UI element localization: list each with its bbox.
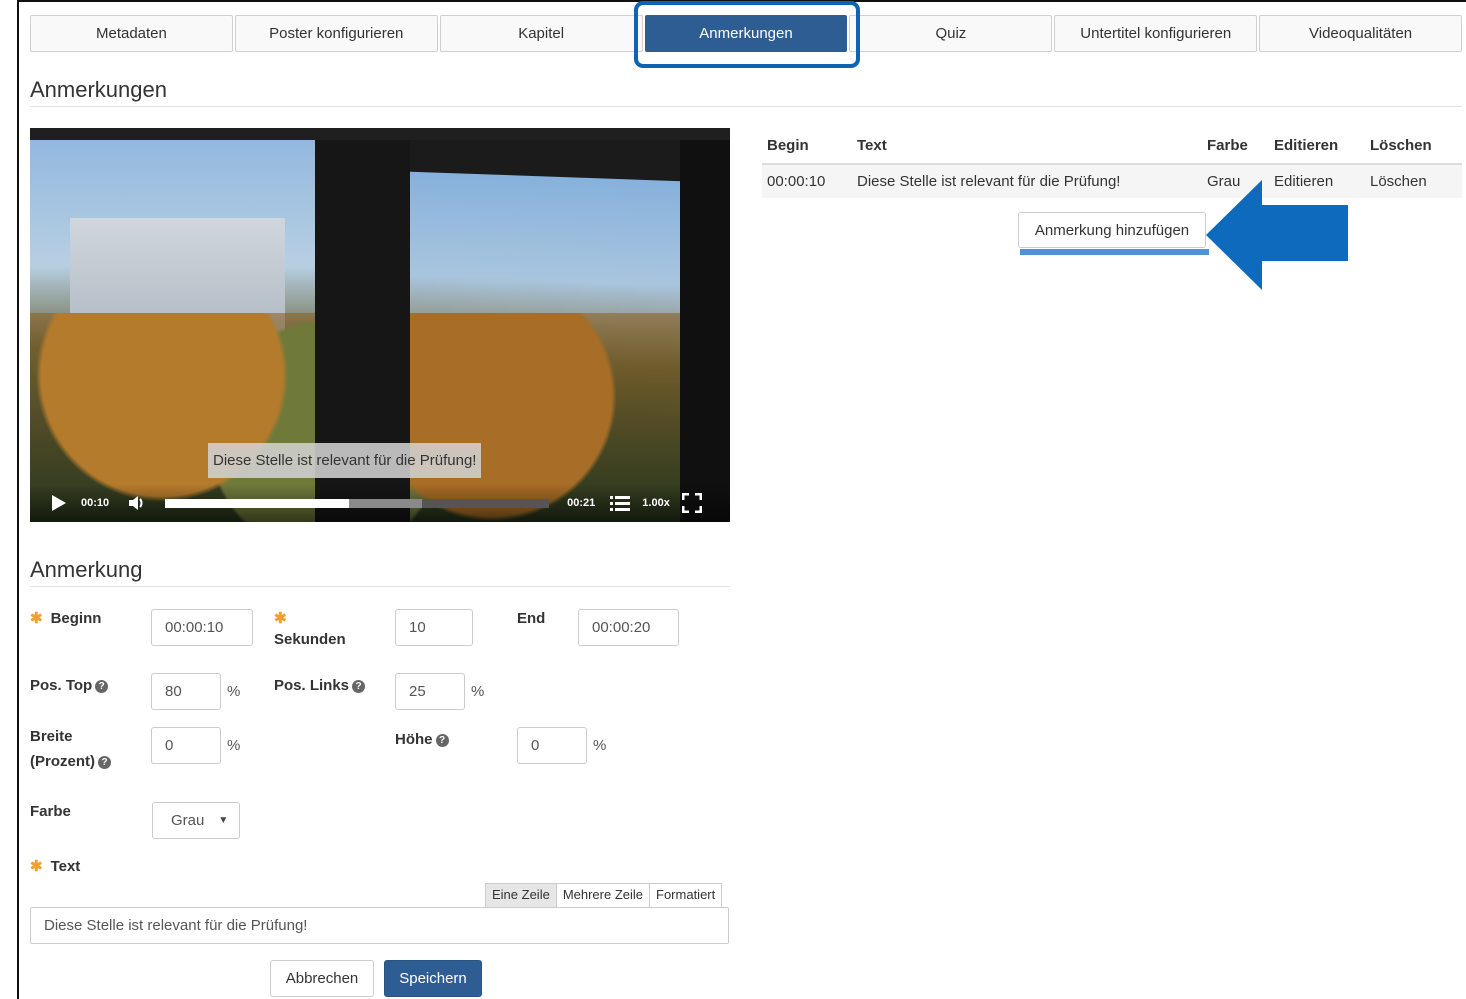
chevron-down-icon: ▼ bbox=[218, 815, 229, 826]
tab-kapitel[interactable]: Kapitel bbox=[439, 15, 643, 52]
color-label: Farbe bbox=[30, 803, 71, 820]
video-annotation-overlay: Diese Stelle ist relevant für die Prüfun… bbox=[208, 443, 482, 478]
annotations-table: Begin Text Farbe Editieren Löschen 00:00… bbox=[762, 133, 1462, 198]
tab-quiz[interactable]: Quiz bbox=[849, 15, 1053, 52]
color-select-value: Grau bbox=[171, 812, 205, 829]
percent-unit: % bbox=[227, 683, 241, 700]
tab-poster[interactable]: Poster konfigurieren bbox=[234, 15, 438, 52]
tab-bar: Metadaten Poster konfigurieren Kapitel A… bbox=[30, 15, 1463, 52]
percent-unit: % bbox=[227, 737, 241, 754]
duration: 00:21 bbox=[567, 497, 596, 509]
add-annotation-button[interactable]: Anmerkung hinzufügen bbox=[1018, 212, 1206, 248]
current-time: 00:10 bbox=[81, 497, 110, 509]
text-label-text: Text bbox=[50, 858, 81, 875]
row-begin-link[interactable]: 00:00:10 bbox=[762, 164, 852, 198]
list-icon[interactable] bbox=[610, 495, 631, 511]
height-input[interactable]: 0 bbox=[517, 727, 587, 764]
volume-icon[interactable] bbox=[127, 494, 147, 512]
video-player[interactable]: Diese Stelle ist relevant für die Prüfun… bbox=[30, 128, 730, 522]
col-edit: Editieren bbox=[1269, 133, 1365, 165]
tab-metadaten[interactable]: Metadaten bbox=[30, 15, 233, 52]
progress-played bbox=[165, 498, 350, 508]
section-title: Anmerkungen bbox=[30, 77, 167, 102]
col-begin: Begin bbox=[762, 133, 852, 165]
height-label: Höhe? bbox=[395, 728, 449, 752]
begin-input[interactable]: 00:00:10 bbox=[151, 609, 253, 646]
seconds-input[interactable]: 10 bbox=[395, 609, 473, 646]
video-frame-top bbox=[30, 128, 730, 140]
color-select[interactable]: Grau ▼ bbox=[152, 802, 240, 839]
pos-top-label: Pos. Top? bbox=[30, 674, 109, 698]
cancel-button[interactable]: Abbrechen bbox=[270, 960, 374, 997]
height-label-text: Höhe bbox=[395, 731, 433, 748]
help-icon[interactable]: ? bbox=[98, 756, 111, 769]
form-title: Anmerkung bbox=[30, 557, 143, 582]
help-icon[interactable]: ? bbox=[95, 680, 109, 693]
help-icon[interactable]: ? bbox=[435, 734, 449, 747]
save-button[interactable]: Speichern bbox=[384, 960, 482, 997]
percent-unit: % bbox=[471, 683, 485, 700]
pos-left-label-text: Pos. Links bbox=[274, 677, 350, 694]
tab-anmerkungen[interactable]: Anmerkungen bbox=[644, 15, 848, 52]
width-label: Breite bbox=[30, 728, 73, 745]
text-input[interactable]: Diese Stelle ist relevant für die Prüfun… bbox=[30, 907, 729, 944]
help-icon[interactable]: ? bbox=[352, 680, 366, 693]
begin-label-text: Beginn bbox=[50, 610, 102, 627]
pos-top-input[interactable]: 80 bbox=[151, 673, 221, 710]
text-mode-formatted[interactable]: Formatiert bbox=[649, 883, 723, 908]
required-star-icon: ✱ bbox=[30, 610, 43, 627]
row-delete-link[interactable]: Löschen bbox=[1365, 164, 1462, 198]
seconds-label-text: Sekunden bbox=[274, 631, 346, 648]
col-delete: Löschen bbox=[1365, 133, 1462, 165]
width-label-2-text: (Prozent) bbox=[30, 753, 95, 770]
pos-left-input[interactable]: 25 bbox=[395, 673, 465, 710]
text-label: ✱ Text bbox=[30, 855, 80, 879]
progress-bar[interactable] bbox=[165, 498, 550, 508]
tab-untertitel[interactable]: Untertitel konfigurieren bbox=[1054, 15, 1258, 52]
text-mode-multi[interactable]: Mehrere Zeile bbox=[555, 883, 651, 908]
arrow-left-icon bbox=[1206, 180, 1348, 290]
required-star-icon: ✱ bbox=[274, 610, 287, 627]
end-input[interactable]: 00:00:20 bbox=[578, 609, 679, 646]
percent-unit: % bbox=[593, 737, 607, 754]
speed-button[interactable]: 1.00x bbox=[642, 497, 670, 509]
required-star-icon: ✱ bbox=[30, 858, 43, 875]
pos-left-label: Pos. Links? bbox=[274, 674, 366, 698]
col-text: Text bbox=[852, 133, 1202, 165]
width-input[interactable]: 0 bbox=[151, 727, 221, 764]
begin-label: ✱ Beginn bbox=[30, 607, 101, 631]
form-divider bbox=[30, 586, 730, 587]
video-controls: 00:10 00:21 1.00x bbox=[30, 484, 730, 522]
play-icon[interactable] bbox=[52, 495, 66, 511]
pos-top-label-text: Pos. Top bbox=[30, 677, 93, 694]
tab-videoqualitaeten[interactable]: Videoqualitäten bbox=[1259, 15, 1463, 52]
section-divider bbox=[30, 106, 1462, 107]
add-button-underline bbox=[1020, 249, 1209, 255]
text-mode-single[interactable]: Eine Zeile bbox=[485, 883, 557, 908]
text-mode-tabs: Eine Zeile Mehrere Zeile Formatiert bbox=[485, 883, 723, 908]
width-label-2: (Prozent)? bbox=[30, 750, 111, 774]
end-label: End bbox=[517, 610, 546, 627]
fullscreen-icon[interactable] bbox=[681, 493, 702, 513]
table-header: Begin Text Farbe Editieren Löschen bbox=[762, 133, 1462, 165]
table-row: 00:00:10 Diese Stelle ist relevant für d… bbox=[762, 164, 1462, 198]
video-frame-window-edge bbox=[680, 128, 730, 522]
row-text: Diese Stelle ist relevant für die Prüfun… bbox=[852, 164, 1202, 198]
col-color: Farbe bbox=[1202, 133, 1269, 165]
